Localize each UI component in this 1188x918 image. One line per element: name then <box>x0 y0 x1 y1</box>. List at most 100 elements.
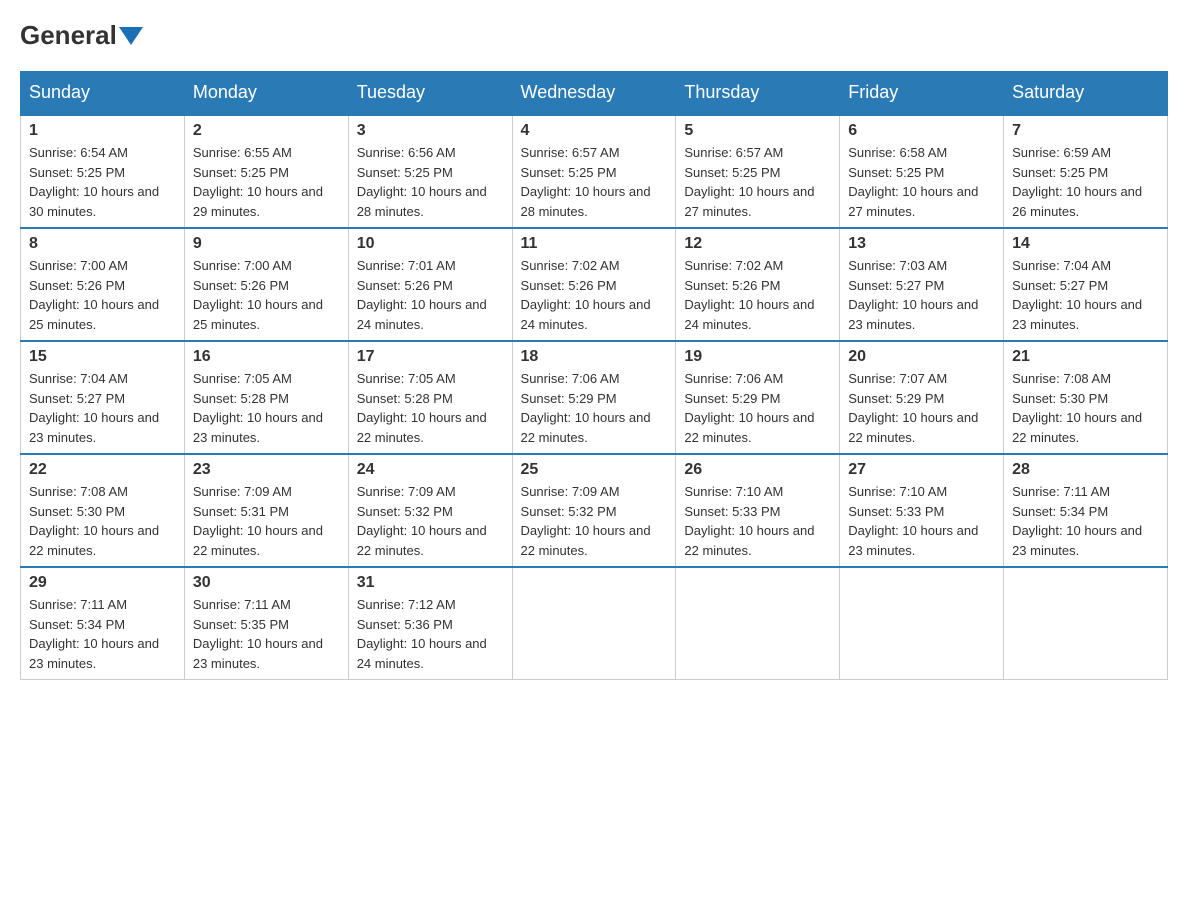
cell-info: Sunrise: 7:06 AMSunset: 5:29 PMDaylight:… <box>521 371 651 445</box>
cell-info: Sunrise: 7:10 AMSunset: 5:33 PMDaylight:… <box>848 484 978 558</box>
cell-info: Sunrise: 7:07 AMSunset: 5:29 PMDaylight:… <box>848 371 978 445</box>
day-number: 20 <box>848 348 995 366</box>
day-number: 3 <box>357 122 504 140</box>
calendar-cell: 25 Sunrise: 7:09 AMSunset: 5:32 PMDaylig… <box>512 454 676 567</box>
cell-info: Sunrise: 7:09 AMSunset: 5:32 PMDaylight:… <box>357 484 487 558</box>
day-number: 11 <box>521 235 668 253</box>
calendar-week-row: 8 Sunrise: 7:00 AMSunset: 5:26 PMDayligh… <box>21 228 1168 341</box>
cell-info: Sunrise: 7:08 AMSunset: 5:30 PMDaylight:… <box>1012 371 1142 445</box>
day-number: 29 <box>29 574 176 592</box>
day-number: 10 <box>357 235 504 253</box>
calendar-week-row: 29 Sunrise: 7:11 AMSunset: 5:34 PMDaylig… <box>21 567 1168 680</box>
day-number: 16 <box>193 348 340 366</box>
cell-info: Sunrise: 7:09 AMSunset: 5:31 PMDaylight:… <box>193 484 323 558</box>
day-number: 12 <box>684 235 831 253</box>
calendar-cell: 20 Sunrise: 7:07 AMSunset: 5:29 PMDaylig… <box>840 341 1004 454</box>
calendar-cell: 2 Sunrise: 6:55 AMSunset: 5:25 PMDayligh… <box>184 115 348 229</box>
calendar-week-row: 15 Sunrise: 7:04 AMSunset: 5:27 PMDaylig… <box>21 341 1168 454</box>
day-number: 18 <box>521 348 668 366</box>
cell-info: Sunrise: 7:10 AMSunset: 5:33 PMDaylight:… <box>684 484 814 558</box>
calendar-cell: 6 Sunrise: 6:58 AMSunset: 5:25 PMDayligh… <box>840 115 1004 229</box>
calendar-cell: 3 Sunrise: 6:56 AMSunset: 5:25 PMDayligh… <box>348 115 512 229</box>
cell-info: Sunrise: 7:02 AMSunset: 5:26 PMDaylight:… <box>684 258 814 332</box>
cell-info: Sunrise: 6:54 AMSunset: 5:25 PMDaylight:… <box>29 145 159 219</box>
cell-info: Sunrise: 7:00 AMSunset: 5:26 PMDaylight:… <box>29 258 159 332</box>
calendar-cell: 13 Sunrise: 7:03 AMSunset: 5:27 PMDaylig… <box>840 228 1004 341</box>
day-number: 31 <box>357 574 504 592</box>
cell-info: Sunrise: 7:06 AMSunset: 5:29 PMDaylight:… <box>684 371 814 445</box>
calendar-cell: 19 Sunrise: 7:06 AMSunset: 5:29 PMDaylig… <box>676 341 840 454</box>
calendar-cell: 16 Sunrise: 7:05 AMSunset: 5:28 PMDaylig… <box>184 341 348 454</box>
calendar-cell: 30 Sunrise: 7:11 AMSunset: 5:35 PMDaylig… <box>184 567 348 680</box>
day-of-week-header: Tuesday <box>348 72 512 115</box>
cell-info: Sunrise: 6:58 AMSunset: 5:25 PMDaylight:… <box>848 145 978 219</box>
calendar-cell <box>840 567 1004 680</box>
calendar-table: SundayMondayTuesdayWednesdayThursdayFrid… <box>20 71 1168 680</box>
day-number: 30 <box>193 574 340 592</box>
day-number: 8 <box>29 235 176 253</box>
cell-info: Sunrise: 7:11 AMSunset: 5:34 PMDaylight:… <box>29 597 159 671</box>
calendar-cell: 17 Sunrise: 7:05 AMSunset: 5:28 PMDaylig… <box>348 341 512 454</box>
cell-info: Sunrise: 6:55 AMSunset: 5:25 PMDaylight:… <box>193 145 323 219</box>
day-number: 4 <box>521 122 668 140</box>
calendar-cell: 11 Sunrise: 7:02 AMSunset: 5:26 PMDaylig… <box>512 228 676 341</box>
day-number: 13 <box>848 235 995 253</box>
calendar-cell: 4 Sunrise: 6:57 AMSunset: 5:25 PMDayligh… <box>512 115 676 229</box>
logo-triangle-icon <box>119 27 143 45</box>
day-number: 6 <box>848 122 995 140</box>
day-number: 2 <box>193 122 340 140</box>
day-number: 15 <box>29 348 176 366</box>
cell-info: Sunrise: 7:08 AMSunset: 5:30 PMDaylight:… <box>29 484 159 558</box>
calendar-header-row: SundayMondayTuesdayWednesdayThursdayFrid… <box>21 72 1168 115</box>
calendar-cell: 27 Sunrise: 7:10 AMSunset: 5:33 PMDaylig… <box>840 454 1004 567</box>
day-of-week-header: Monday <box>184 72 348 115</box>
cell-info: Sunrise: 6:59 AMSunset: 5:25 PMDaylight:… <box>1012 145 1142 219</box>
day-number: 24 <box>357 461 504 479</box>
day-number: 14 <box>1012 235 1159 253</box>
day-of-week-header: Thursday <box>676 72 840 115</box>
cell-info: Sunrise: 7:05 AMSunset: 5:28 PMDaylight:… <box>357 371 487 445</box>
calendar-cell: 26 Sunrise: 7:10 AMSunset: 5:33 PMDaylig… <box>676 454 840 567</box>
calendar-cell: 15 Sunrise: 7:04 AMSunset: 5:27 PMDaylig… <box>21 341 185 454</box>
cell-info: Sunrise: 7:04 AMSunset: 5:27 PMDaylight:… <box>29 371 159 445</box>
day-of-week-header: Friday <box>840 72 1004 115</box>
calendar-cell: 8 Sunrise: 7:00 AMSunset: 5:26 PMDayligh… <box>21 228 185 341</box>
calendar-cell: 9 Sunrise: 7:00 AMSunset: 5:26 PMDayligh… <box>184 228 348 341</box>
day-of-week-header: Saturday <box>1004 72 1168 115</box>
calendar-cell: 14 Sunrise: 7:04 AMSunset: 5:27 PMDaylig… <box>1004 228 1168 341</box>
calendar-cell: 21 Sunrise: 7:08 AMSunset: 5:30 PMDaylig… <box>1004 341 1168 454</box>
calendar-cell <box>676 567 840 680</box>
calendar-week-row: 1 Sunrise: 6:54 AMSunset: 5:25 PMDayligh… <box>21 115 1168 229</box>
calendar-cell: 31 Sunrise: 7:12 AMSunset: 5:36 PMDaylig… <box>348 567 512 680</box>
day-number: 26 <box>684 461 831 479</box>
calendar-cell: 29 Sunrise: 7:11 AMSunset: 5:34 PMDaylig… <box>21 567 185 680</box>
day-number: 23 <box>193 461 340 479</box>
calendar-cell: 5 Sunrise: 6:57 AMSunset: 5:25 PMDayligh… <box>676 115 840 229</box>
cell-info: Sunrise: 7:03 AMSunset: 5:27 PMDaylight:… <box>848 258 978 332</box>
cell-info: Sunrise: 7:09 AMSunset: 5:32 PMDaylight:… <box>521 484 651 558</box>
calendar-cell: 18 Sunrise: 7:06 AMSunset: 5:29 PMDaylig… <box>512 341 676 454</box>
day-number: 5 <box>684 122 831 140</box>
cell-info: Sunrise: 6:56 AMSunset: 5:25 PMDaylight:… <box>357 145 487 219</box>
calendar-cell: 10 Sunrise: 7:01 AMSunset: 5:26 PMDaylig… <box>348 228 512 341</box>
day-number: 19 <box>684 348 831 366</box>
logo: General <box>20 20 145 51</box>
cell-info: Sunrise: 7:04 AMSunset: 5:27 PMDaylight:… <box>1012 258 1142 332</box>
cell-info: Sunrise: 7:02 AMSunset: 5:26 PMDaylight:… <box>521 258 651 332</box>
day-number: 27 <box>848 461 995 479</box>
day-number: 1 <box>29 122 176 140</box>
day-number: 21 <box>1012 348 1159 366</box>
cell-info: Sunrise: 6:57 AMSunset: 5:25 PMDaylight:… <box>684 145 814 219</box>
calendar-week-row: 22 Sunrise: 7:08 AMSunset: 5:30 PMDaylig… <box>21 454 1168 567</box>
calendar-cell <box>512 567 676 680</box>
calendar-cell: 28 Sunrise: 7:11 AMSunset: 5:34 PMDaylig… <box>1004 454 1168 567</box>
calendar-cell: 23 Sunrise: 7:09 AMSunset: 5:31 PMDaylig… <box>184 454 348 567</box>
logo-general-text: General <box>20 20 117 51</box>
calendar-cell: 24 Sunrise: 7:09 AMSunset: 5:32 PMDaylig… <box>348 454 512 567</box>
cell-info: Sunrise: 7:11 AMSunset: 5:35 PMDaylight:… <box>193 597 323 671</box>
cell-info: Sunrise: 7:01 AMSunset: 5:26 PMDaylight:… <box>357 258 487 332</box>
day-of-week-header: Sunday <box>21 72 185 115</box>
day-number: 7 <box>1012 122 1159 140</box>
day-number: 17 <box>357 348 504 366</box>
cell-info: Sunrise: 7:00 AMSunset: 5:26 PMDaylight:… <box>193 258 323 332</box>
